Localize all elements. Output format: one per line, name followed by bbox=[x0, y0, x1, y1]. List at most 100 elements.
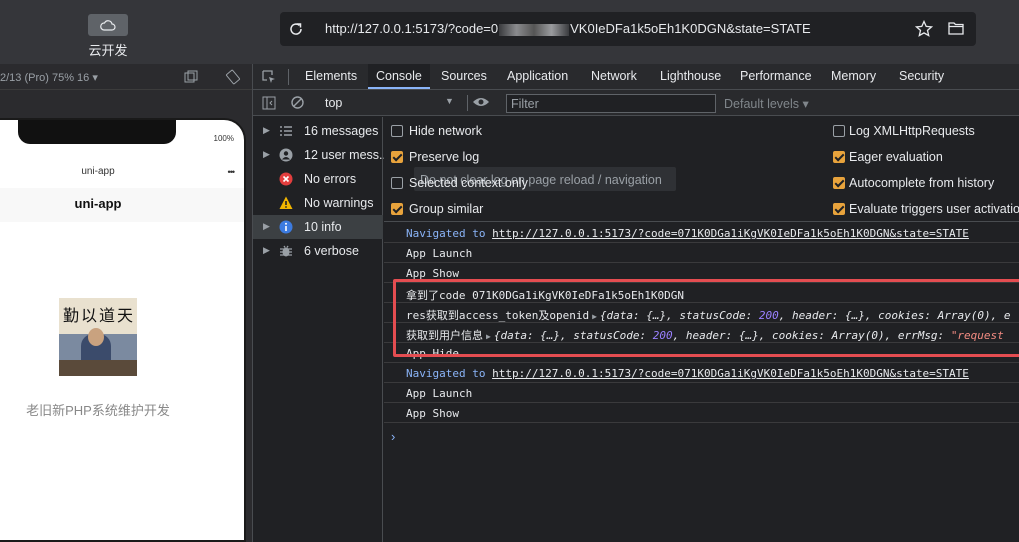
device-toolbar: 2/13 (Pro) 75% 16 ▾ bbox=[0, 64, 252, 90]
tab-security[interactable]: Security bbox=[891, 64, 952, 89]
log-message: App Show bbox=[406, 407, 459, 420]
console-settings: Do not clear log on page reload / naviga… bbox=[384, 117, 1019, 222]
log-message: App Launch bbox=[406, 387, 473, 400]
sidebar-toggle-icon[interactable] bbox=[262, 96, 276, 110]
navigated-url-link[interactable]: http://127.0.0.1:5173/?code=071K0DGa1iKg… bbox=[492, 367, 969, 380]
log-levels-dropdown[interactable]: Default levels ▾ bbox=[724, 96, 809, 111]
clear-console-icon[interactable] bbox=[290, 95, 305, 110]
url-prefix: http://127.0.0.1:5173/?code=0 bbox=[325, 21, 499, 36]
rotate-icon[interactable] bbox=[225, 69, 241, 85]
error-icon bbox=[279, 172, 293, 186]
device-selector[interactable]: 2/13 (Pro) 75% 16 ▾ bbox=[0, 71, 98, 84]
tab-memory[interactable]: Memory bbox=[823, 64, 884, 89]
tab-separator bbox=[288, 69, 289, 85]
checkbox-label[interactable]: Selected context only bbox=[409, 176, 528, 190]
tab-lighthouse[interactable]: Lighthouse bbox=[652, 64, 729, 89]
info-icon bbox=[279, 220, 293, 234]
checkbox-label[interactable]: Eager evaluation bbox=[849, 150, 943, 164]
checkbox[interactable] bbox=[833, 203, 845, 215]
url-redacted bbox=[499, 23, 570, 36]
avatar: 勤以道天 bbox=[59, 298, 137, 376]
sidebar-item[interactable]: No warnings bbox=[253, 191, 383, 215]
expand-arrow-icon[interactable]: ▶ bbox=[263, 221, 270, 232]
page-title: uni-app bbox=[74, 196, 122, 211]
checkbox[interactable] bbox=[833, 125, 845, 137]
sidebar-item-label: 16 messages bbox=[304, 124, 379, 138]
live-expression-eye-icon[interactable] bbox=[472, 95, 490, 109]
sidebar-item-label: No warnings bbox=[304, 196, 374, 210]
checkbox[interactable] bbox=[391, 203, 403, 215]
more-dots-icon[interactable]: ••• bbox=[228, 167, 236, 177]
expand-arrow-icon[interactable]: ▶ bbox=[263, 125, 270, 136]
expand-arrow-icon[interactable]: ▶ bbox=[263, 245, 270, 256]
avatar-calligraphy: 勤以道天 bbox=[63, 306, 136, 325]
user-nickname: 老旧新PHP系统维护开发 bbox=[26, 403, 170, 418]
sidebar-item-label: 10 info bbox=[304, 220, 342, 234]
checkbox-label[interactable]: Preserve log bbox=[409, 150, 479, 164]
context-dropdown-icon[interactable]: ▼ bbox=[445, 96, 454, 106]
log-entry: App Show bbox=[384, 403, 1019, 423]
navigated-label: Navigated to bbox=[406, 367, 493, 380]
inspect-element-icon[interactable] bbox=[261, 69, 277, 85]
url-text[interactable]: http://127.0.0.1:5173/?code=0 VK0IeDFa1k5… bbox=[325, 21, 811, 36]
toolbar-separator bbox=[467, 95, 468, 111]
console-toolbar: top ▼ Filter Default levels ▾ bbox=[253, 90, 1019, 116]
console-prompt[interactable]: › bbox=[391, 429, 395, 444]
navigated-url-link[interactable]: http://127.0.0.1:5173/?code=071K0DGa1iKg… bbox=[492, 227, 969, 240]
log-entry-navigated: Navigated to http://127.0.0.1:5173/?code… bbox=[384, 363, 1019, 383]
log-entry-navigated: Navigated to http://127.0.0.1:5173/?code… bbox=[384, 223, 1019, 243]
checkbox-label[interactable]: Evaluate triggers user activation bbox=[849, 202, 1019, 216]
reload-icon[interactable] bbox=[288, 21, 304, 37]
warning-icon bbox=[279, 196, 293, 209]
sidebar-item[interactable]: ▶ 12 user mess... bbox=[253, 143, 389, 167]
phone-notch bbox=[18, 120, 176, 144]
dock-icon[interactable] bbox=[184, 70, 198, 84]
checkbox[interactable] bbox=[391, 125, 403, 137]
log-entry: App Launch bbox=[384, 383, 1019, 403]
expand-arrow-icon[interactable]: ▶ bbox=[263, 149, 270, 160]
devtools-tabbar: Elements Console Sources Application Network… bbox=[253, 64, 1019, 90]
checkbox[interactable] bbox=[391, 177, 403, 189]
checkbox[interactable] bbox=[833, 177, 845, 189]
sidebar-item[interactable]: No errors bbox=[253, 167, 383, 191]
tab-network[interactable]: Network bbox=[583, 64, 645, 89]
sidebar-item-label: 6 verbose bbox=[304, 244, 359, 258]
sidebar-item[interactable]: ▶ 6 verbose bbox=[253, 239, 383, 263]
tab-sources[interactable]: Sources bbox=[433, 64, 495, 89]
address-bar[interactable]: http://127.0.0.1:5173/?code=0 VK0IeDFa1k5… bbox=[280, 12, 976, 46]
log-message: App Launch bbox=[406, 247, 473, 260]
checkbox-label[interactable]: Autocomplete from history bbox=[849, 176, 994, 190]
checkbox[interactable] bbox=[391, 151, 403, 163]
tab-performance[interactable]: Performance bbox=[732, 64, 820, 89]
cloud-dev-label: 云开发 bbox=[88, 43, 128, 58]
tab-elements[interactable]: Elements bbox=[297, 64, 365, 89]
checkbox[interactable] bbox=[833, 151, 845, 163]
avatar-desk bbox=[59, 360, 137, 376]
sidebar-item[interactable]: ▶ 16 messages bbox=[253, 119, 383, 143]
log-entry: App Launch bbox=[384, 243, 1019, 263]
phone-navbar: uni-app bbox=[0, 188, 244, 222]
url-suffix: VK0IeDFa1k5oEh1K0DGN&state=STATE bbox=[570, 21, 811, 36]
checkbox-label[interactable]: Log XMLHttpRequests bbox=[849, 124, 975, 138]
checkbox-label[interactable]: Hide network bbox=[409, 124, 482, 138]
list-icon bbox=[280, 126, 292, 136]
checkbox-label[interactable]: Group similar bbox=[409, 202, 483, 216]
battery-status: 100% bbox=[213, 134, 234, 143]
context-selector[interactable]: top bbox=[325, 96, 342, 110]
bookmark-star-icon[interactable] bbox=[915, 20, 933, 38]
sidebar-item-label: No errors bbox=[304, 172, 357, 186]
highlight-box bbox=[393, 279, 1019, 357]
console-log: Navigated to http://127.0.0.1:5173/?code… bbox=[384, 223, 1019, 542]
tab-application[interactable]: Application bbox=[499, 64, 576, 89]
cloud-dev-button[interactable] bbox=[88, 14, 128, 36]
phone-frame: 100% uni-app ••• uni-app 勤以道天 老旧新PHP系统维护… bbox=[0, 118, 246, 542]
folder-icon[interactable] bbox=[948, 21, 964, 35]
console-sidebar: ▶ 16 messages ▶ 12 user mess... No errors No … bbox=[253, 117, 389, 542]
filter-input[interactable]: Filter bbox=[506, 94, 716, 113]
browser-topbar: 云开发 http://127.0.0.1:5173/?code=0 VK0IeDF… bbox=[0, 0, 1019, 64]
tab-console[interactable]: Console bbox=[368, 64, 430, 89]
avatar-head bbox=[88, 328, 104, 346]
navigated-label: Navigated to bbox=[406, 227, 493, 240]
phone-status-title: uni-app bbox=[81, 166, 115, 177]
sidebar-item[interactable]: ▶ 10 info bbox=[253, 215, 383, 239]
